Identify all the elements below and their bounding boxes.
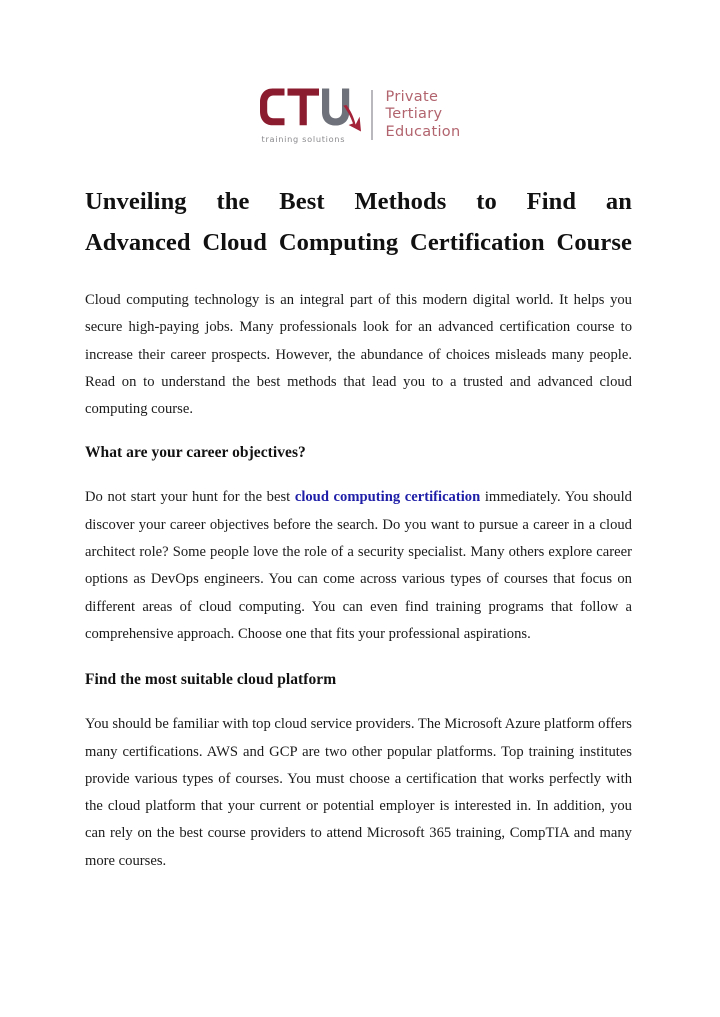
page-title-line-2: Advanced Cloud Computing Certification C… bbox=[85, 229, 632, 256]
logo-descriptor-line-3: Education bbox=[385, 123, 461, 140]
logo-descriptor-line-1: Private bbox=[385, 88, 439, 105]
paragraph-cloud-platform: You should be familiar with top cloud se… bbox=[85, 716, 632, 869]
paragraph-intro: Cloud computing technology is an integra… bbox=[85, 292, 632, 418]
document-page: training solutions Private Tertiary Educ… bbox=[0, 0, 720, 1017]
logo-divider bbox=[370, 90, 373, 140]
page-title-line-1: Unveiling the Best Methods to Find an bbox=[85, 188, 632, 215]
paragraph-career-objectives: Do not start your hunt for the best clou… bbox=[85, 484, 632, 648]
site-logo[interactable]: training solutions Private Tertiary Educ… bbox=[0, 84, 720, 146]
ctu-logo-icon bbox=[259, 88, 361, 132]
logo-descriptor: Private Tertiary Education bbox=[386, 89, 461, 142]
paragraph-text-after-link: immediately. You should discover your ca… bbox=[85, 489, 632, 642]
logo-mark-group: training solutions bbox=[259, 84, 362, 146]
cloud-computing-certification-link[interactable]: cloud computing certification bbox=[295, 489, 480, 505]
logo-lockup: training solutions Private Tertiary Educ… bbox=[259, 84, 461, 146]
page-title: Unveiling the Best Methods to Find an Ad… bbox=[85, 181, 632, 263]
section-heading-career-objectives: What are your career objectives? bbox=[85, 444, 306, 462]
logo-descriptor-line-2: Tertiary bbox=[385, 106, 443, 123]
paragraph-text-before-link: Do not start your hunt for the best bbox=[85, 489, 295, 506]
section-heading-cloud-platform: Find the most suitable cloud platform bbox=[85, 671, 337, 689]
article-body: Unveiling the Best Methods to Find an Ad… bbox=[85, 181, 632, 875]
logo-tagline: training solutions bbox=[261, 134, 346, 144]
